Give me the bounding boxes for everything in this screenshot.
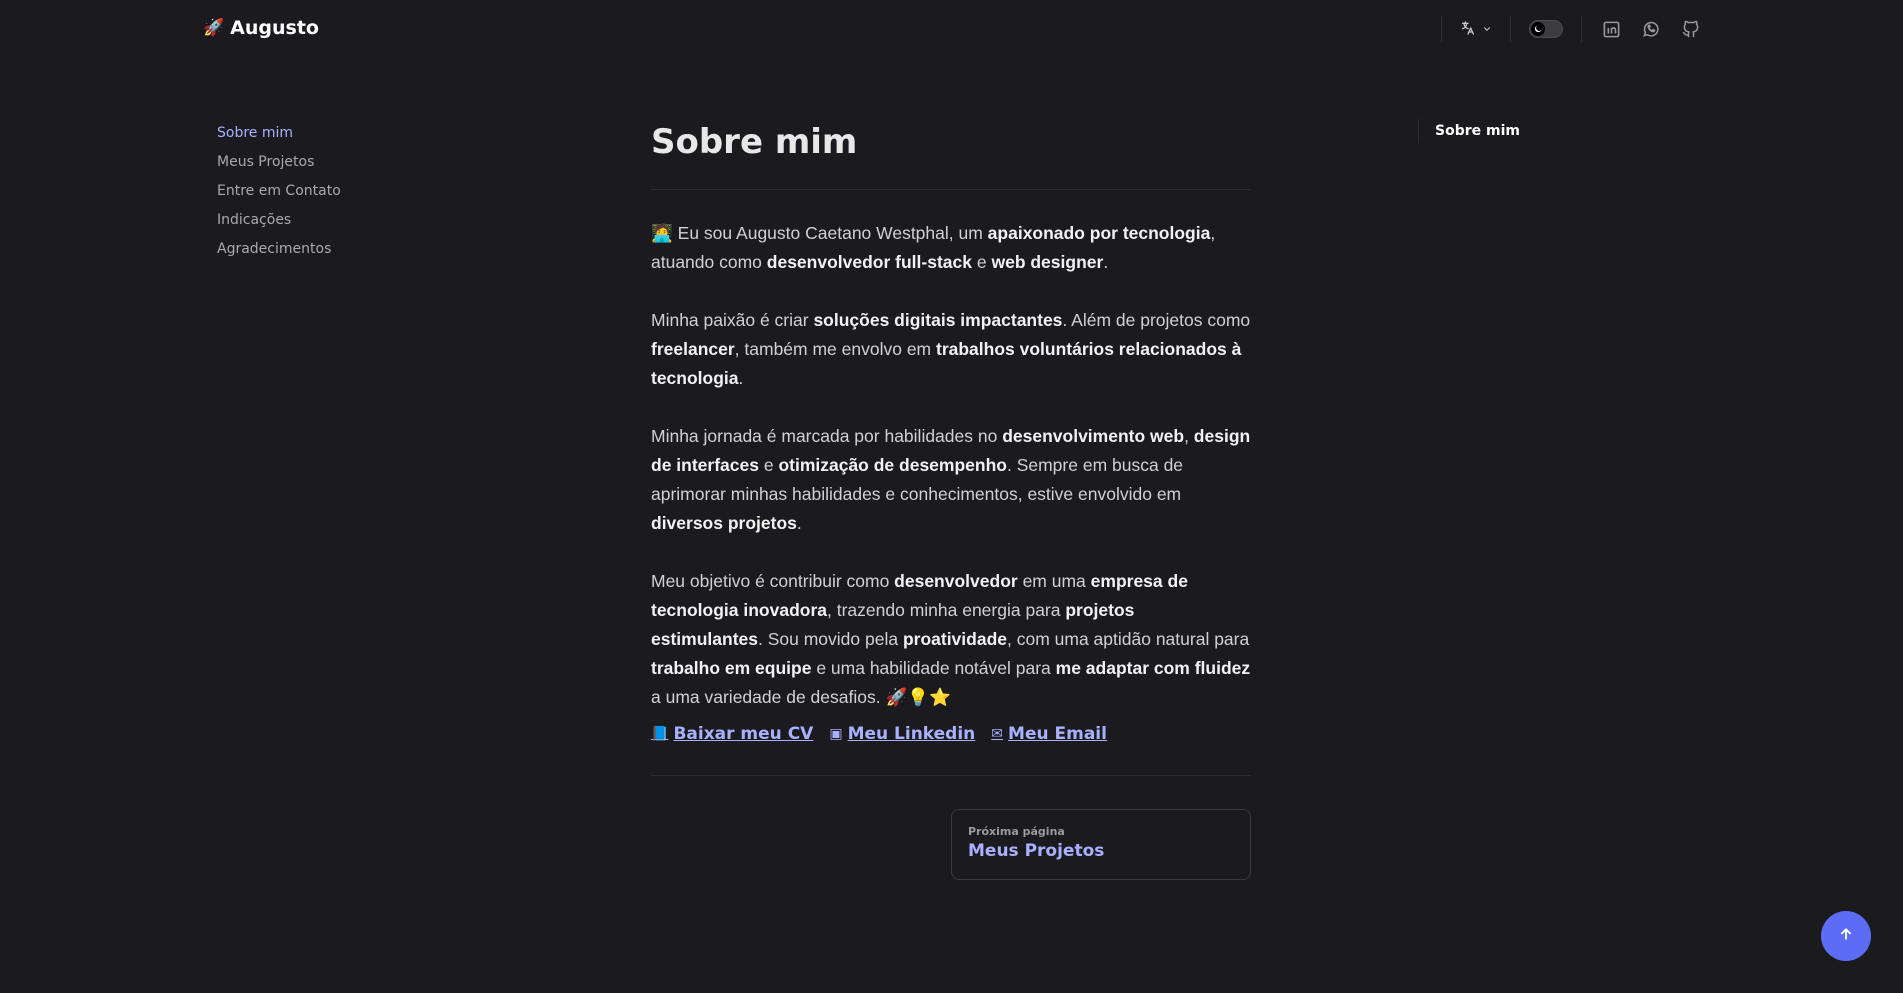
emphasis: diversos projetos	[651, 513, 797, 533]
text: Eu sou Augusto Caetano Westphal, um	[672, 223, 988, 243]
text: Minha jornada é marcada por habilidades …	[651, 426, 1003, 446]
moon-icon	[1531, 22, 1545, 36]
sidebar-item-indicacoes[interactable]: Indicações	[217, 206, 341, 235]
intro-paragraph: 🧑‍💻 Eu sou Augusto Caetano Westphal, um …	[651, 219, 1251, 277]
emphasis: freelancer	[651, 339, 735, 359]
back-to-top-button[interactable]	[1821, 911, 1871, 961]
technologist-emoji: 🧑‍💻	[651, 223, 673, 243]
next-page-card[interactable]: Próxima página Meus Projetos	[951, 809, 1251, 880]
link-label: Baixar meu CV	[673, 724, 814, 744]
text: a uma variedade de desafios.	[651, 687, 886, 707]
top-nav: 🚀 Augusto	[0, 0, 1903, 60]
emphasis: me adaptar com fluidez	[1055, 658, 1251, 678]
download-cv-link[interactable]: 📘 Baixar meu CV	[651, 724, 813, 744]
github-icon[interactable]	[1680, 18, 1702, 40]
text: . Sou movido pela	[757, 629, 903, 649]
rocket-bulb-star-emojis: 🚀💡⭐	[885, 687, 951, 707]
envelope-icon: ✉	[991, 726, 1004, 742]
emphasis: web designer	[991, 252, 1104, 272]
main-content: Sobre mim 🧑‍💻 Eu sou Augusto Caetano Wes…	[651, 118, 1251, 886]
sidebar: Sobre mim Meus Projetos Entre em Contato…	[217, 119, 341, 264]
link-label: Meu Linkedin	[847, 724, 976, 744]
next-page-title: Meus Projetos	[968, 841, 1105, 861]
social-links	[1582, 18, 1702, 40]
text: . Além de projetos como	[1062, 310, 1251, 330]
emphasis: desenvolvimento web	[1002, 426, 1185, 446]
profile-links: 📘 Baixar meu CV ▣ Meu Linkedin ✉ Meu Ema…	[651, 724, 1251, 744]
rocket-icon: 🚀	[203, 18, 225, 38]
email-link[interactable]: ✉ Meu Email	[991, 724, 1107, 744]
emphasis: apaixonado por tecnologia	[987, 223, 1211, 243]
text: e	[972, 252, 992, 272]
theme-toggle[interactable]	[1529, 20, 1563, 38]
journey-paragraph: Minha jornada é marcada por habilidades …	[651, 422, 1251, 538]
text: .	[738, 368, 744, 388]
emphasis: trabalho em equipe	[651, 658, 812, 678]
goal-paragraph: Meu objetivo é contribuir como desenvolv…	[651, 567, 1251, 712]
text: .	[796, 513, 802, 533]
text: , com uma aptidão natural para	[1007, 629, 1250, 649]
text: , trazendo minha energia para	[827, 600, 1066, 620]
arrow-up-icon	[1838, 926, 1854, 947]
whatsapp-icon[interactable]	[1640, 18, 1662, 40]
link-label: Meu Email	[1008, 724, 1107, 744]
emphasis: soluções digitais impactantes	[813, 310, 1063, 330]
text: .	[1103, 252, 1109, 272]
text: e uma habilidade notável para	[811, 658, 1056, 678]
passion-paragraph: Minha paixão é criar soluções digitais i…	[651, 306, 1251, 393]
linkedin-icon: ▣	[829, 726, 843, 742]
next-page-desc: Próxima página	[968, 825, 1065, 838]
linkedin-icon[interactable]	[1600, 18, 1622, 40]
linkedin-link[interactable]: ▣ Meu Linkedin	[829, 724, 975, 744]
emphasis: desenvolvedor	[894, 571, 1018, 591]
translate-icon	[1460, 20, 1476, 39]
nav-divider	[1510, 16, 1511, 42]
text: em uma	[1017, 571, 1091, 591]
outline-item-sobre-mim[interactable]: Sobre mim	[1418, 119, 1520, 143]
pager: Próxima página Meus Projetos	[651, 776, 1251, 886]
text: ,	[1184, 426, 1194, 446]
book-icon: 📘	[651, 726, 669, 742]
text: e	[758, 455, 779, 475]
brand-link[interactable]: 🚀 Augusto	[203, 17, 319, 39]
sidebar-item-meus-projetos[interactable]: Meus Projetos	[217, 148, 341, 177]
page-title: Sobre mim	[651, 118, 1251, 190]
text: Meu objetivo é contribuir como	[651, 571, 895, 591]
nav-actions	[1441, 14, 1702, 44]
emphasis: otimização de desempenho	[778, 455, 1007, 475]
text: , também me envolvo em	[734, 339, 936, 359]
chevron-down-icon	[1482, 21, 1492, 37]
sidebar-item-entre-em-contato[interactable]: Entre em Contato	[217, 177, 341, 206]
emphasis: desenvolvedor full-stack	[766, 252, 972, 272]
sidebar-item-agradecimentos[interactable]: Agradecimentos	[217, 235, 341, 264]
language-menu-button[interactable]	[1442, 14, 1510, 44]
emphasis: proatividade	[902, 629, 1007, 649]
brand-name: Augusto	[230, 17, 319, 39]
text: Minha paixão é criar	[651, 310, 814, 330]
sidebar-item-sobre-mim[interactable]: Sobre mim	[217, 119, 341, 148]
